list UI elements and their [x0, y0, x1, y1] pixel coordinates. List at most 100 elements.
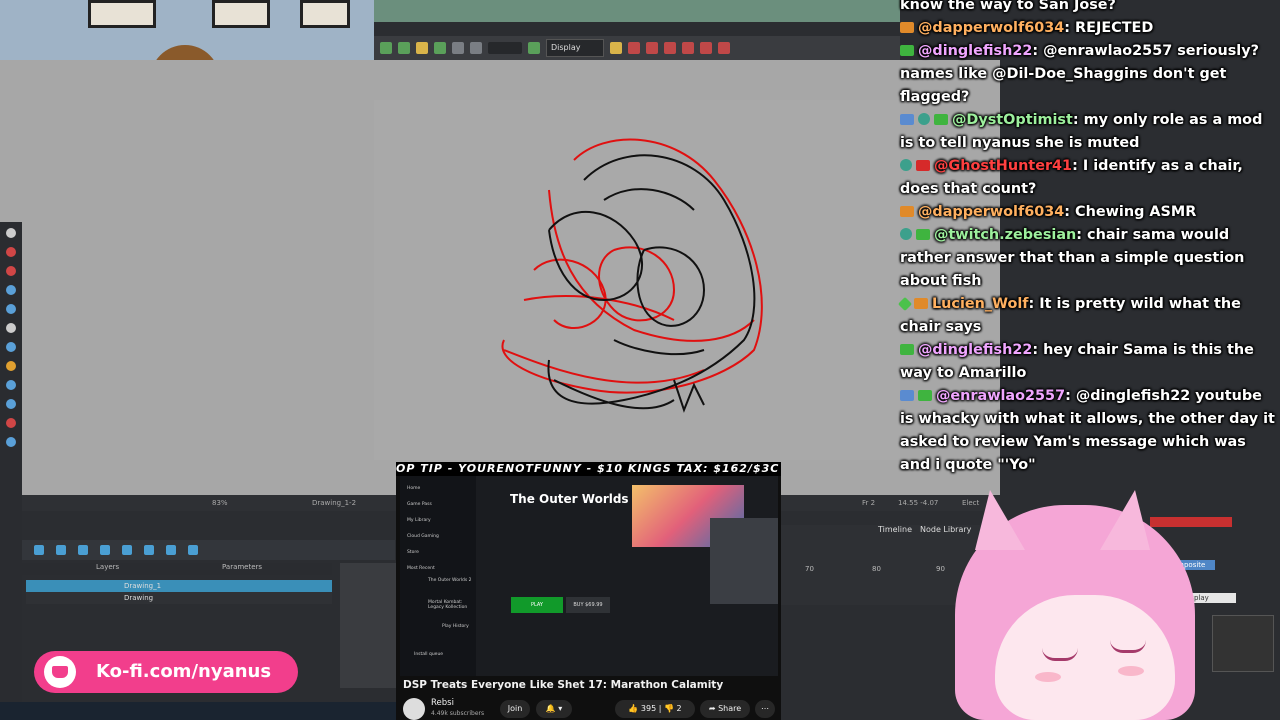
- node-minimap[interactable]: [1212, 615, 1274, 672]
- first-frame-icon[interactable]: [34, 545, 44, 555]
- hand-tool-icon[interactable]: [6, 323, 16, 333]
- zoom-tool-icon[interactable]: [6, 342, 16, 352]
- rotate-tool-icon[interactable]: [6, 437, 16, 447]
- layer-row[interactable]: Drawing: [26, 592, 332, 604]
- light-table-icon[interactable]: [122, 545, 132, 555]
- subscriber-count: 4.49k subscribers: [431, 710, 485, 717]
- stop-icon[interactable]: [166, 545, 176, 555]
- chat-username[interactable]: @enrawlao2557: [936, 388, 1065, 404]
- onion-skin-icon[interactable]: [100, 545, 110, 555]
- chat-badge-icon: [900, 45, 914, 56]
- chat-badge-icon: [916, 229, 930, 240]
- tool-icon[interactable]: [398, 42, 410, 54]
- chat-badge-icon: [900, 114, 914, 125]
- chat-username[interactable]: @DystOptimist: [952, 112, 1073, 128]
- select-tool-icon[interactable]: [6, 228, 16, 238]
- sidebar-item: Cloud Gaming: [407, 534, 439, 539]
- buy-button: BUY $69.99: [566, 597, 610, 613]
- chat-message: @dapperwolf6034: REJECTED: [900, 17, 1280, 40]
- tool-icon[interactable]: [718, 42, 730, 54]
- chat-message: @twitch.zebesian: chair sama would rathe…: [900, 224, 1280, 293]
- xbox-sidebar: Home Game Pass My Library Cloud Gaming S…: [400, 476, 476, 676]
- display-select[interactable]: Display: [546, 39, 604, 57]
- sidebar-item: Play History: [442, 624, 469, 629]
- chat-username[interactable]: @dapperwolf6034: [918, 20, 1064, 36]
- prev-frame-icon[interactable]: [56, 545, 66, 555]
- sidebar-item: The Outer Worlds 2: [428, 578, 472, 583]
- sidebar-item: My Library: [407, 518, 431, 523]
- tool-icon[interactable]: [682, 42, 694, 54]
- channel-name[interactable]: Rebsi: [431, 698, 454, 708]
- more-options-icon[interactable]: ⋯: [755, 700, 775, 718]
- like-count: 395: [640, 704, 657, 713]
- chat-badge-icon: [934, 114, 948, 125]
- tool-icon[interactable]: [700, 42, 712, 54]
- transform-tool-icon[interactable]: [6, 361, 16, 371]
- chat-badge-icon: [916, 160, 930, 171]
- video-title[interactable]: DSP Treats Everyone Like Shet 17: Marath…: [403, 679, 723, 691]
- chat-username[interactable]: @dinglefish22: [918, 342, 1032, 358]
- layer-field[interactable]: [488, 42, 522, 54]
- sidebar-item: Mortal Kombat: Legacy Kollection: [428, 600, 468, 610]
- chat-text: : Chewing ASMR: [1064, 204, 1197, 220]
- brush-tool-icon[interactable]: [6, 247, 16, 257]
- pen-tool-icon[interactable]: [6, 399, 16, 409]
- ruler-tick: 80: [872, 565, 881, 573]
- chat-badge-icon: [900, 344, 914, 355]
- chat-username[interactable]: @dinglefish22: [918, 43, 1032, 59]
- chat-badge-icon: [918, 390, 932, 401]
- layer-name: Drawing_1: [124, 582, 162, 590]
- chat-badge-icon: [900, 390, 914, 401]
- tools-sidebar: [0, 222, 22, 702]
- chat-text: : REJECTED: [1064, 20, 1154, 36]
- tool-icon[interactable]: [470, 42, 482, 54]
- zoom-level[interactable]: 83%: [212, 495, 228, 511]
- tool-icon[interactable]: [628, 42, 640, 54]
- loop-icon[interactable]: [78, 545, 88, 555]
- tool-icon[interactable]: [416, 42, 428, 54]
- tool-icon[interactable]: [646, 42, 658, 54]
- drawing-canvas[interactable]: [374, 100, 900, 460]
- chat-badge-icon: [914, 298, 928, 309]
- sidebar-item: Game Pass: [407, 502, 432, 507]
- chat-username[interactable]: @GhostHunter41: [934, 158, 1072, 174]
- status-extra: Elect: [962, 499, 980, 507]
- kofi-cup-shape: [52, 666, 68, 678]
- play-button: PLAY: [511, 597, 563, 613]
- chat-username[interactable]: @twitch.zebesian: [934, 227, 1076, 243]
- tool-toolbar: Display: [374, 36, 900, 60]
- vtuber-blush-left: [1035, 672, 1061, 682]
- channel-avatar[interactable]: [403, 698, 425, 720]
- frame-cells[interactable]: [340, 563, 396, 688]
- chat-message: @enrawlao2557: @dinglefish22 youtube is …: [900, 385, 1280, 477]
- taskbar-strip: [0, 702, 396, 720]
- node-drawing[interactable]: [1150, 517, 1232, 527]
- light-icon[interactable]: [610, 42, 622, 54]
- tool-icon[interactable]: [664, 42, 676, 54]
- pencil-tool-icon[interactable]: [6, 266, 16, 276]
- animate-icon[interactable]: [528, 42, 540, 54]
- contour-tool-icon[interactable]: [6, 380, 16, 390]
- layer-row[interactable]: Drawing_1: [26, 580, 332, 592]
- layer-name: Drawing: [124, 594, 154, 602]
- chat-message: @dinglefish22: @enrawlao2557 seriously? …: [900, 40, 1280, 109]
- tool-icon[interactable]: [380, 42, 392, 54]
- eraser-tool-icon[interactable]: [6, 285, 16, 295]
- paint-tool-icon[interactable]: [6, 304, 16, 314]
- ruler-tick: 90: [936, 565, 945, 573]
- like-button[interactable]: 👍 395 | 👎 2: [615, 700, 695, 718]
- play-icon[interactable]: [144, 545, 154, 555]
- vtuber-blush-right: [1118, 666, 1144, 676]
- sound-icon[interactable]: [188, 545, 198, 555]
- chat-username[interactable]: Lucien_Wolf: [932, 296, 1029, 312]
- bell-icon[interactable]: 🔔 ▾: [536, 700, 572, 718]
- tab-node-library[interactable]: Node Library: [920, 525, 971, 534]
- streamer-facecam: [710, 518, 778, 604]
- tool-icon[interactable]: [434, 42, 446, 54]
- stroke-tool-icon[interactable]: [6, 418, 16, 428]
- tool-icon[interactable]: [452, 42, 464, 54]
- share-button[interactable]: ➦ Share: [700, 700, 750, 718]
- join-button[interactable]: Join: [500, 700, 530, 718]
- tab-timeline[interactable]: Timeline: [878, 525, 912, 534]
- chat-username[interactable]: @dapperwolf6034: [918, 204, 1064, 220]
